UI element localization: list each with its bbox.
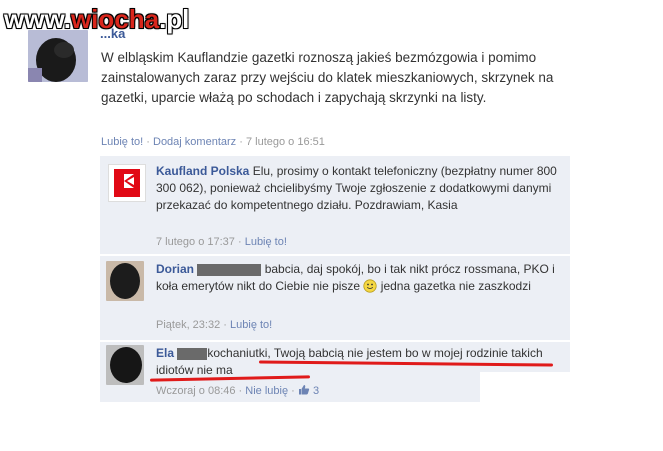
comment-author[interactable]: Kaufland Polska (156, 164, 249, 178)
comment-body: Kaufland Polska Elu, prosimy o kontakt t… (156, 163, 564, 214)
post-like-link[interactable]: Lubię to! (101, 136, 143, 148)
post-text: W elbląskim Kauflandzie gazetki roznoszą… (101, 50, 554, 105)
separator: · (291, 385, 295, 397)
post-author-name[interactable]: ...ka (100, 26, 125, 41)
avatar-image (28, 30, 88, 82)
comment-meta: Piątek, 23:32 · Lubię to! (156, 319, 272, 331)
post-add-comment-link[interactable]: Dodaj komentarz (153, 136, 236, 148)
comment-timestamp[interactable]: 7 lutego o 17:37 (156, 236, 235, 248)
comment-like-link[interactable]: Lubię to! (245, 236, 287, 248)
comment-text-continued: jedna gazetka nie zaszkodzi (380, 279, 531, 293)
comment-meta: 7 lutego o 17:37 · Lubię to! (156, 236, 287, 248)
like-count[interactable]: 3 (313, 385, 319, 397)
watermark-suffix: .pl (159, 4, 190, 34)
comment-author-avatar[interactable] (106, 345, 144, 385)
comment-author[interactable]: Dorian (156, 262, 194, 276)
smiley-emoji-icon (363, 279, 378, 293)
kaufland-logo[interactable] (108, 164, 146, 202)
separator: · (223, 319, 227, 331)
comment-timestamp[interactable]: Piątek, 23:32 (156, 319, 220, 331)
comment-author-avatar[interactable] (106, 261, 144, 301)
separator: · (238, 385, 243, 397)
comment-kaufland: Kaufland Polska Elu, prosimy o kontakt t… (100, 156, 570, 254)
torn-overlay (480, 372, 663, 451)
post-actions: Lubię to! · Dodaj komentarz · 7 lutego o… (101, 136, 325, 148)
separator: · (237, 236, 242, 248)
avatar-image (106, 345, 144, 385)
post-author-avatar[interactable] (28, 30, 88, 82)
redacted-surname (177, 347, 208, 360)
separator: · (146, 136, 150, 148)
comment-meta: Wczoraj o 08:46 · Nie lubię · 3 (156, 384, 319, 397)
comment-body: Dorian babcia, daj spokój, bo i tak nikt… (156, 261, 564, 295)
comment-dorian: Dorian babcia, daj spokój, bo i tak nikt… (100, 256, 570, 340)
thumbs-up-icon[interactable] (298, 384, 310, 395)
kaufland-logo-icon (114, 169, 140, 197)
comment-unlike-link[interactable]: Nie lubię (245, 385, 288, 397)
comment-timestamp[interactable]: Wczoraj o 08:46 (156, 385, 235, 397)
comment-author[interactable]: Ela (156, 346, 174, 360)
separator: · (239, 136, 243, 148)
comment-like-link[interactable]: Lubię to! (230, 319, 272, 331)
redacted-surname (197, 263, 262, 276)
post-timestamp[interactable]: 7 lutego o 16:51 (246, 136, 325, 148)
avatar-image (106, 261, 144, 301)
